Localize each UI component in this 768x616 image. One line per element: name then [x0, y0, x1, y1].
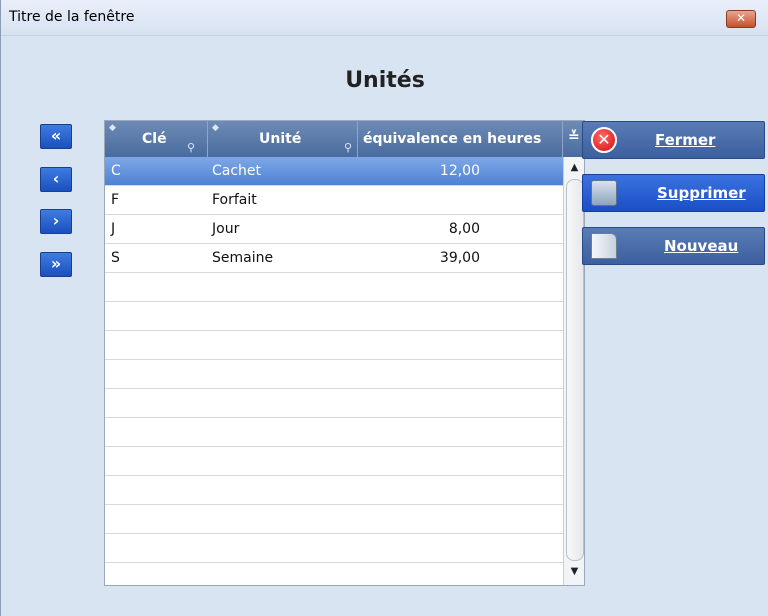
units-table: ◆ Clé ⚲ ◆ Unité ⚲ équivalence en heures … — [104, 120, 585, 586]
key-icon: ⚲ — [344, 141, 353, 154]
previous-record-button[interactable]: ‹ — [40, 167, 72, 192]
page-title: Unités — [345, 68, 425, 93]
empty-row — [105, 273, 563, 302]
table-row[interactable]: C Cachet 12,00 — [105, 157, 563, 186]
recycle-bin-icon — [591, 180, 617, 206]
empty-row — [105, 505, 563, 534]
next-record-button[interactable]: › — [40, 209, 72, 234]
key-icon: ⚲ — [187, 141, 196, 154]
window-title: Titre de la fenêtre — [9, 9, 135, 25]
sort-icon: ◆ — [109, 123, 116, 133]
column-header-cle[interactable]: ◆ Clé ⚲ — [105, 121, 208, 157]
table-row[interactable]: J Jour 8,00 — [105, 215, 563, 244]
empty-row — [105, 331, 563, 360]
table-row[interactable]: F Forfait — [105, 186, 563, 215]
first-record-button[interactable]: « — [40, 124, 72, 149]
sort-icon: ◆ — [212, 123, 219, 133]
fermer-button[interactable]: ✕ Fermer — [582, 121, 765, 159]
column-header-unite[interactable]: ◆ Unité ⚲ — [208, 121, 358, 157]
empty-row — [105, 418, 563, 447]
chevron-left-icon: ‹ — [52, 169, 60, 188]
empty-row — [105, 563, 563, 585]
column-header-equivalence[interactable]: équivalence en heures — [358, 121, 563, 157]
scroll-down-arrow-icon[interactable]: ▼ — [568, 565, 581, 579]
column-menu-icon: ≚ — [568, 129, 580, 145]
last-record-button[interactable]: » — [40, 252, 72, 277]
empty-row — [105, 476, 563, 505]
supprimer-button[interactable]: Supprimer — [582, 174, 765, 212]
window: Titre de la fenêtre ✕ Unités « ‹ › » ◆ C… — [0, 0, 768, 616]
empty-row — [105, 534, 563, 563]
double-chevron-left-icon: « — [50, 126, 62, 145]
scroll-up-arrow-icon[interactable]: ▲ — [568, 161, 581, 175]
empty-row — [105, 302, 563, 331]
close-window-button[interactable]: ✕ — [726, 10, 756, 28]
new-document-icon — [591, 233, 617, 259]
nouveau-button[interactable]: Nouveau — [582, 227, 765, 265]
error-x-icon: ✕ — [591, 127, 617, 153]
table-header: ◆ Clé ⚲ ◆ Unité ⚲ équivalence en heures … — [105, 121, 584, 157]
empty-row — [105, 447, 563, 476]
empty-row — [105, 389, 563, 418]
column-menu-button[interactable]: ≚ — [563, 121, 584, 157]
chevron-right-icon: › — [52, 211, 60, 230]
title-bar: Titre de la fenêtre ✕ — [1, 0, 768, 36]
close-icon: ✕ — [735, 11, 747, 25]
double-chevron-right-icon: » — [50, 254, 62, 273]
empty-row — [105, 360, 563, 389]
vertical-scrollbar[interactable]: ▲ ▼ — [563, 157, 584, 585]
table-row[interactable]: S Semaine 39,00 — [105, 244, 563, 273]
